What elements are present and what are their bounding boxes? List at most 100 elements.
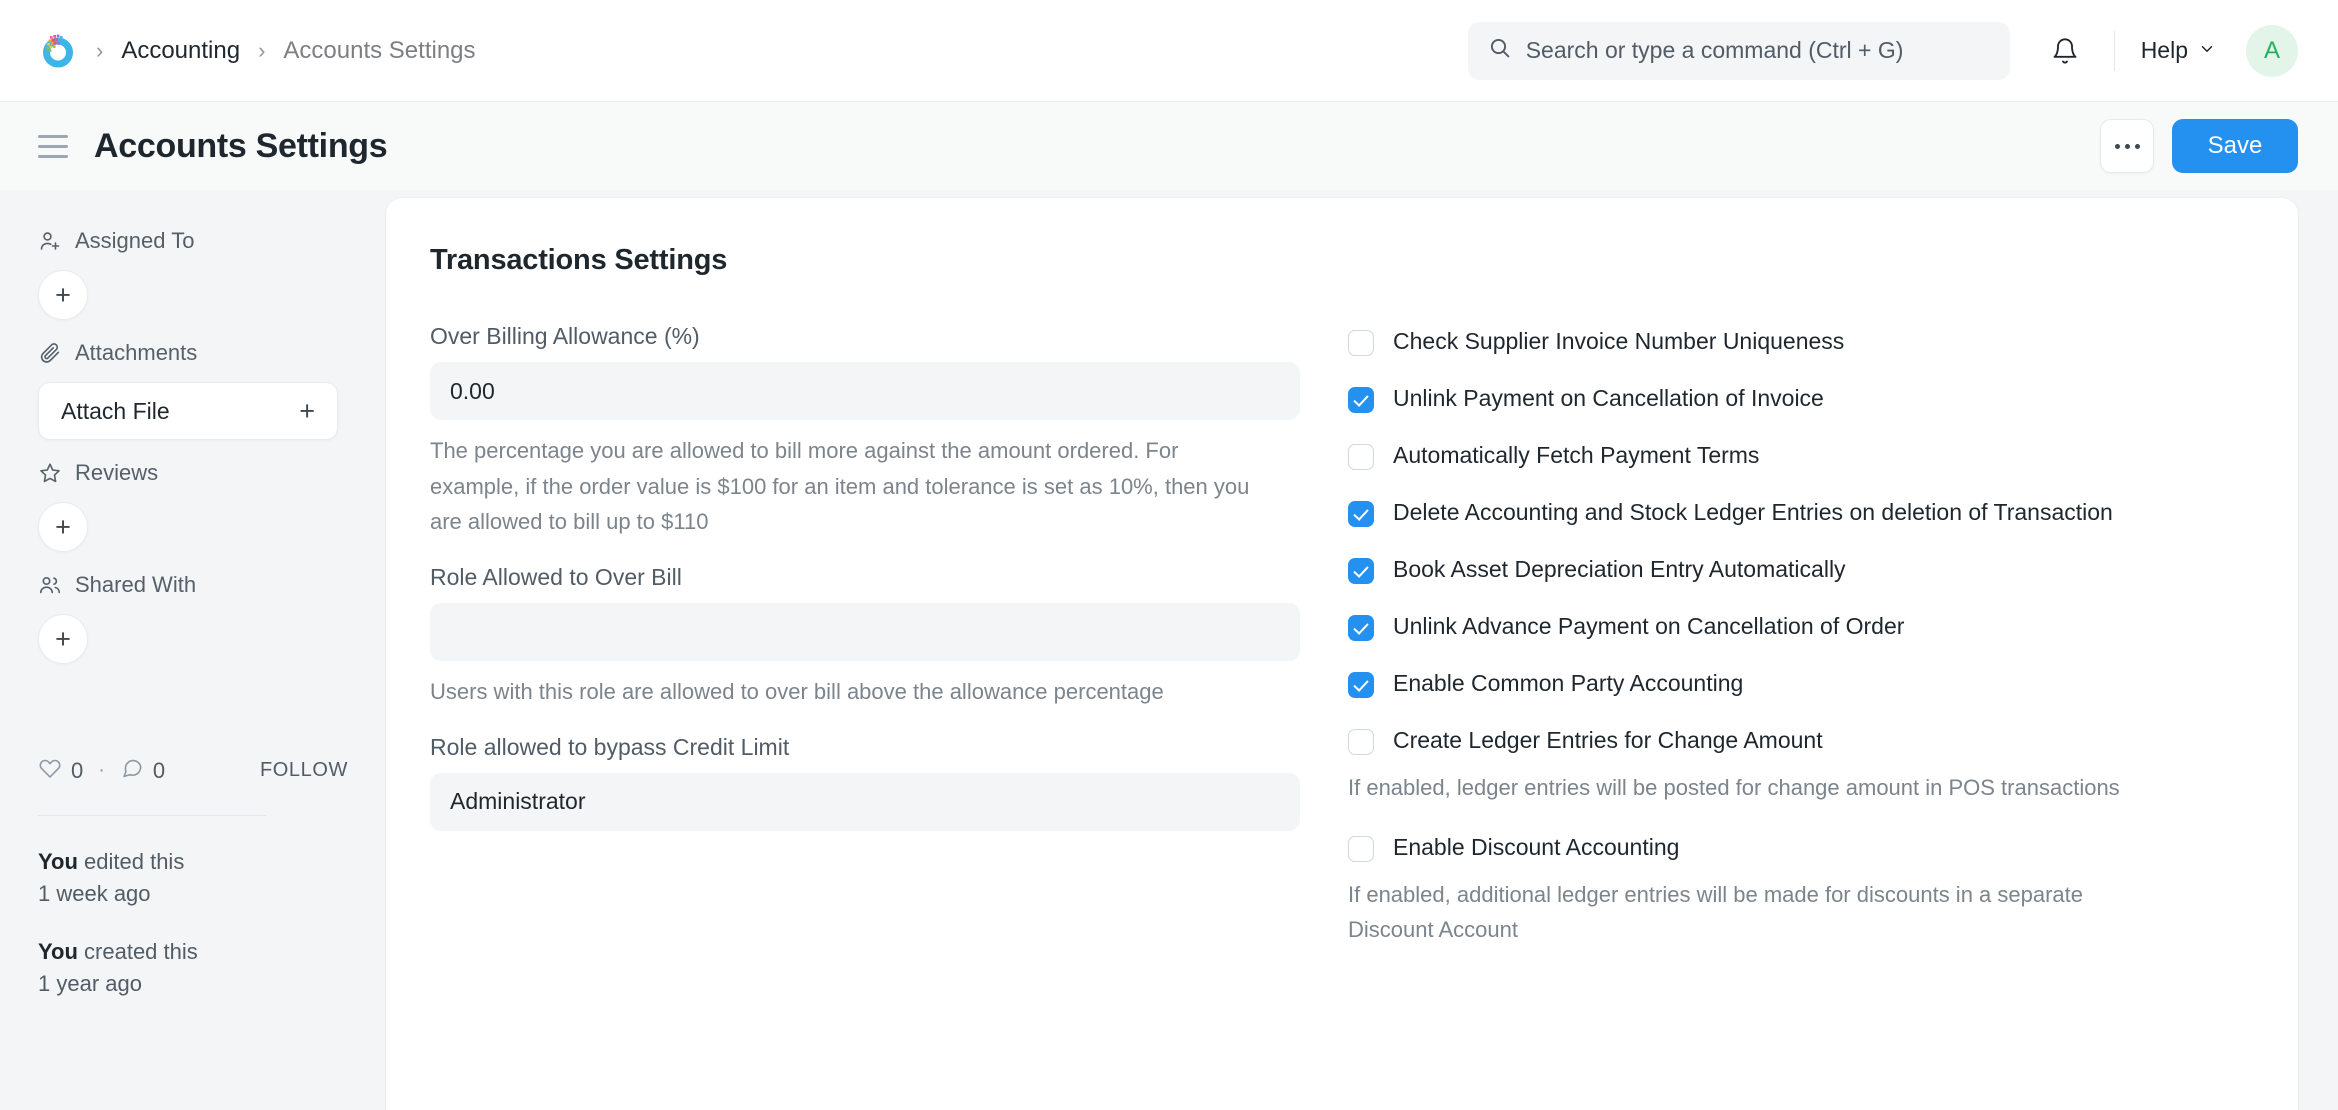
star-icon (38, 461, 62, 485)
add-review-button[interactable]: + (38, 502, 88, 552)
role-bypass-credit-limit-input[interactable]: Administrator (430, 773, 1300, 831)
reviews-header: Reviews (38, 460, 356, 486)
help-menu[interactable]: Help (2137, 31, 2220, 70)
checkbox-enable-discount-accounting[interactable] (1348, 836, 1374, 862)
attach-file-plus-icon: + (299, 398, 315, 425)
like-action[interactable]: 0 (38, 756, 83, 785)
checkbox-row[interactable]: Automatically Fetch Payment Terms (1348, 440, 2244, 471)
checkbox-label: Automatically Fetch Payment Terms (1393, 440, 1759, 471)
activity-action-edited: edited this (78, 849, 184, 874)
users-icon (38, 573, 62, 597)
breadcrumb-separator-1: › (96, 38, 103, 64)
over-billing-allowance-label: Over Billing Allowance (%) (430, 323, 1300, 350)
form-column-left: Over Billing Allowance (%) 0.00 The perc… (430, 323, 1300, 973)
checkbox-label: Enable Common Party Accounting (1393, 668, 1743, 699)
page-actions: Save (2100, 119, 2298, 173)
section-title: Transactions Settings (430, 244, 2244, 277)
checkbox-row[interactable]: Check Supplier Invoice Number Uniqueness (1348, 326, 2244, 357)
activity-actor-created: You (38, 939, 78, 964)
page-body: Assigned To + Attachments Attach File + (0, 190, 2338, 1110)
over-billing-allowance-input[interactable]: 0.00 (430, 362, 1300, 420)
checkbox-label: Unlink Advance Payment on Cancellation o… (1393, 611, 1904, 642)
paperclip-icon (38, 341, 62, 365)
activity-actor-edited: You (38, 849, 78, 874)
follow-button[interactable]: FOLLOW (260, 759, 348, 782)
checkbox-row[interactable]: Delete Accounting and Stock Ledger Entri… (1348, 497, 2244, 528)
checkbox-label: Create Ledger Entries for Change Amount (1393, 725, 1823, 756)
activity-time-created: 1 year ago (38, 968, 356, 1000)
checkbox-book-asset-depreciation-entry[interactable] (1348, 558, 1374, 584)
search-icon (1488, 36, 1512, 65)
checkbox-help-create-ledger-entries: If enabled, ledger entries will be poste… (1348, 770, 2148, 805)
top-navbar: › Accounting › Accounts Settings Search … (0, 0, 2338, 102)
activity-entry-created: You created this 1 year ago (38, 936, 356, 1000)
over-billing-allowance-help: The percentage you are allowed to bill m… (430, 433, 1270, 540)
checkbox-unlink-payment-on-cancellation-of-invoice[interactable] (1348, 387, 1374, 413)
like-count: 0 (71, 758, 83, 784)
help-label: Help (2141, 37, 2188, 64)
form-column-right: Check Supplier Invoice Number Uniqueness… (1300, 323, 2244, 973)
activity-log: You edited this 1 week ago You created t… (38, 846, 356, 1000)
sidebar-section-attachments: Attachments Attach File + (38, 340, 356, 440)
checkbox-enable-common-party-accounting[interactable] (1348, 672, 1374, 698)
settings-card: Transactions Settings Over Billing Allow… (386, 198, 2298, 1110)
save-button[interactable]: Save (2172, 119, 2298, 173)
checkbox-row[interactable]: Unlink Payment on Cancellation of Invoic… (1348, 383, 2244, 414)
avatar[interactable]: A (2246, 25, 2298, 77)
social-separator: · (98, 759, 105, 782)
role-allowed-to-over-bill-help: Users with this role are allowed to over… (430, 674, 1270, 710)
comment-action[interactable]: 0 (120, 756, 165, 785)
field-role-allowed-to-over-bill: Role Allowed to Over Bill Users with thi… (430, 564, 1300, 710)
checkbox-row[interactable]: Book Asset Depreciation Entry Automatica… (1348, 554, 2244, 585)
attach-file-label: Attach File (61, 398, 170, 425)
checkbox-row[interactable]: Enable Common Party Accounting (1348, 668, 2244, 699)
checkbox-create-ledger-entries-for-change-amount[interactable] (1348, 729, 1374, 755)
user-plus-icon (38, 229, 62, 253)
search-placeholder: Search or type a command (Ctrl + G) (1526, 37, 1904, 64)
form-sidebar: Assigned To + Attachments Attach File + (38, 190, 386, 1110)
breadcrumb-current: Accounts Settings (283, 37, 475, 65)
checkbox-row[interactable]: Unlink Advance Payment on Cancellation o… (1348, 611, 2244, 642)
attachments-label: Attachments (75, 340, 197, 366)
chevron-down-icon (2198, 37, 2216, 64)
checkbox-label: Enable Discount Accounting (1393, 832, 1679, 863)
more-options-button[interactable] (2100, 119, 2154, 173)
shared-with-header: Shared With (38, 572, 356, 598)
sidebar-section-assigned-to: Assigned To + (38, 228, 356, 320)
search-input[interactable]: Search or type a command (Ctrl + G) (1468, 22, 2010, 80)
checkbox-row[interactable]: Enable Discount Accounting (1348, 832, 2244, 863)
checkbox-delete-accounting-stock-ledger-entries[interactable] (1348, 501, 1374, 527)
notifications-bell-icon[interactable] (2038, 24, 2092, 78)
social-actions-row: 0 · 0 FOLLOW (38, 756, 356, 785)
shared-with-label: Shared With (75, 572, 196, 598)
role-allowed-to-over-bill-input[interactable] (430, 603, 1300, 661)
role-allowed-to-over-bill-label: Role Allowed to Over Bill (430, 564, 1300, 591)
attach-file-button[interactable]: Attach File + (38, 382, 338, 440)
add-assignment-button[interactable]: + (38, 270, 88, 320)
checkbox-label: Check Supplier Invoice Number Uniqueness (1393, 326, 1844, 357)
activity-time-edited: 1 week ago (38, 878, 356, 910)
checkbox-automatically-fetch-payment-terms[interactable] (1348, 444, 1374, 470)
checkbox-help-enable-discount-accounting: If enabled, additional ledger entries wi… (1348, 877, 2148, 947)
field-over-billing-allowance: Over Billing Allowance (%) 0.00 The perc… (430, 323, 1300, 540)
activity-entry-edited: You edited this 1 week ago (38, 846, 356, 910)
page-title: Accounts Settings (94, 127, 387, 166)
hamburger-icon[interactable] (38, 129, 72, 163)
checkbox-label: Book Asset Depreciation Entry Automatica… (1393, 554, 1846, 585)
breadcrumb-item-accounting[interactable]: Accounting (121, 37, 240, 65)
comment-icon (120, 756, 144, 785)
heart-icon (38, 756, 62, 785)
sidebar-divider (38, 815, 266, 816)
field-role-bypass-credit-limit: Role allowed to bypass Credit Limit Admi… (430, 734, 1300, 831)
frappe-logo[interactable] (38, 31, 78, 71)
checkbox-row[interactable]: Create Ledger Entries for Change Amount (1348, 725, 2244, 756)
reviews-label: Reviews (75, 460, 158, 486)
add-shared-user-button[interactable]: + (38, 614, 88, 664)
checkbox-unlink-advance-payment-on-cancellation-of-order[interactable] (1348, 615, 1374, 641)
sidebar-section-reviews: Reviews + (38, 460, 356, 552)
attachments-header: Attachments (38, 340, 356, 366)
role-bypass-credit-limit-label: Role allowed to bypass Credit Limit (430, 734, 1300, 761)
page-header: Accounts Settings Save (0, 102, 2338, 190)
navbar-right-group: Search or type a command (Ctrl + G) Help… (1468, 22, 2298, 80)
checkbox-check-supplier-invoice-uniqueness[interactable] (1348, 330, 1374, 356)
